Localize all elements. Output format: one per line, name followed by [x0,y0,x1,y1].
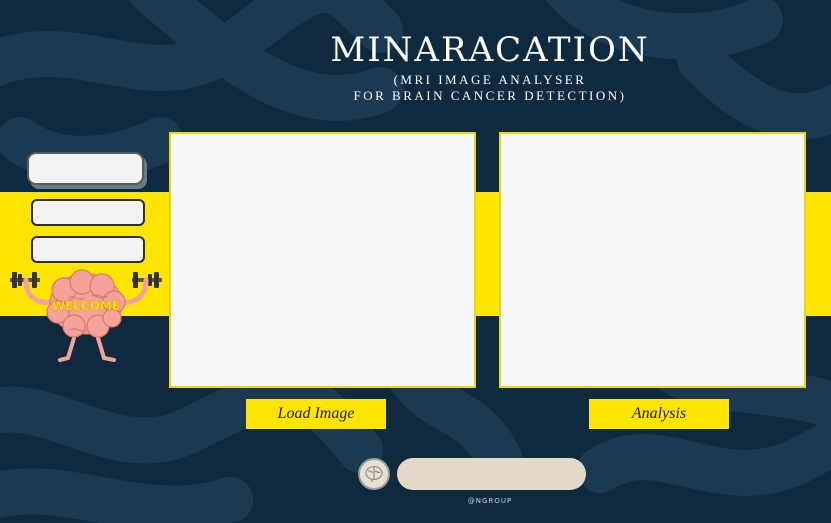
credit-text: @NGROUP [467,497,513,505]
input-image-panel [169,132,476,388]
mascot-welcome-text: WELCOME [52,299,120,313]
app-title: MINARACATION [330,30,650,70]
status-bar [397,458,586,490]
sidebar-field-2[interactable] [31,199,145,226]
subtitle-line-2: FOR BRAIN CANCER DETECTION) [353,88,627,103]
load-image-button[interactable]: Load Image [246,399,386,429]
sidebar-field-1[interactable] [27,152,144,185]
sidebar-field-3[interactable] [31,236,145,263]
brain-icon [358,458,390,490]
brain-dumbbell-mascot-icon: WELCOME [10,269,162,362]
app-subtitle: (MRI IMAGE ANALYSER FOR BRAIN CANCER DET… [300,72,680,104]
analysis-result-panel [499,132,806,388]
subtitle-line-1: (MRI IMAGE ANALYSER [393,72,587,87]
analysis-button[interactable]: Analysis [589,399,729,429]
